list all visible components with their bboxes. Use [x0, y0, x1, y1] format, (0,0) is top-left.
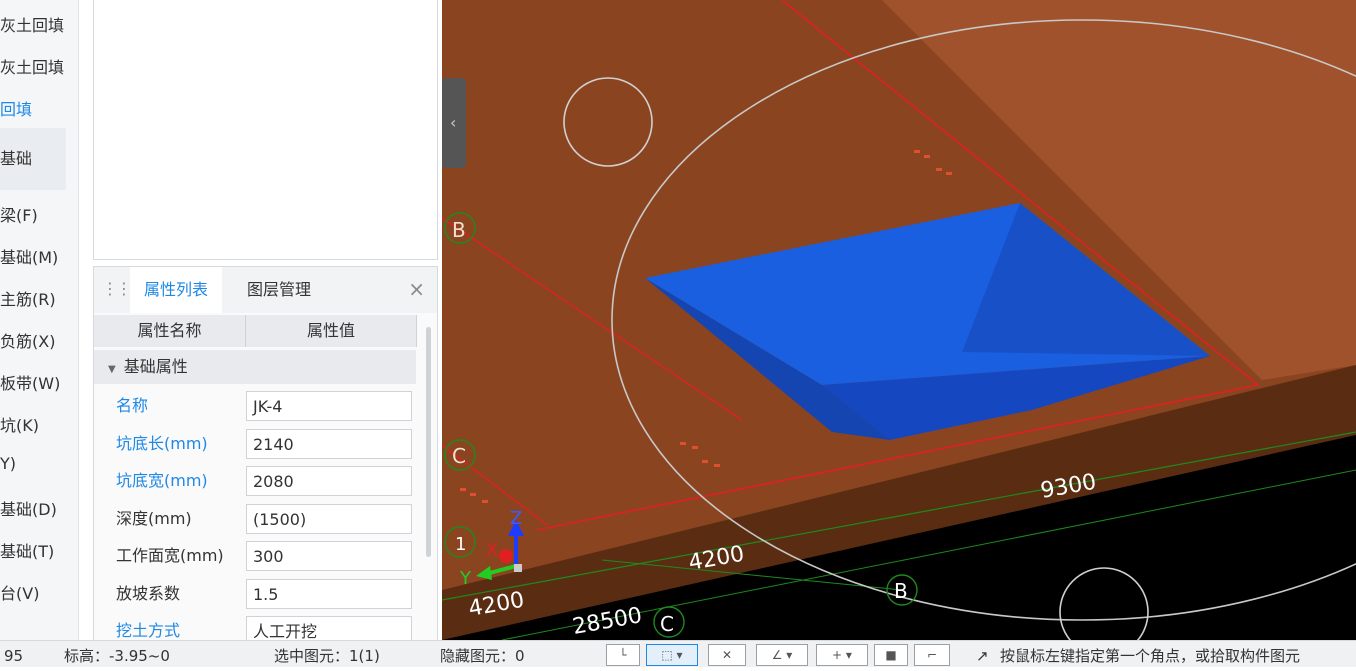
property-value-field[interactable]: 1.5	[246, 578, 412, 609]
tab-property-list[interactable]: 属性列表	[130, 267, 223, 313]
tree-item[interactable]: 回填	[0, 96, 32, 120]
svg-text:Z: Z	[510, 508, 522, 529]
property-name: 深度(mm)	[116, 508, 192, 528]
status-bar: 95 标高：-3.95~0 选中图元：1(1) 隐藏图元：0 └ ⬚ ▾ ✕ ∠…	[0, 640, 1356, 667]
snap-button[interactable]: ∠ ▾	[756, 644, 808, 666]
status-hidden: 隐藏图元：0	[440, 647, 525, 665]
tree-item[interactable]: 基础(T)	[0, 538, 54, 562]
cross-select-button[interactable]: ✕	[708, 644, 746, 666]
close-icon[interactable]: ×	[408, 277, 425, 301]
select-mode-button[interactable]: ⬚ ▾	[646, 644, 698, 666]
property-name: 名称	[116, 396, 149, 415]
property-value-field[interactable]: (1500)	[246, 503, 412, 534]
component-tree: 灰土回填 灰土回填 回填 基础 梁(F) 基础(M) 主筋(R) 负筋(X) 板带(W) 坑(K)…	[0, 0, 79, 640]
axis-label-one: 1	[455, 534, 466, 555]
orbit-ring-bottom	[1059, 567, 1149, 640]
layer-button[interactable]: ■	[874, 644, 908, 666]
property-name: 坑底宽(mm)	[116, 471, 208, 490]
panel-scrollbar[interactable]	[426, 327, 431, 557]
axis-label-b-bottom: B	[894, 579, 908, 603]
tree-item[interactable]: 主筋(R)	[0, 286, 56, 310]
column-header-name: 属性名称	[94, 315, 246, 347]
tree-item-label: 主筋(R)	[0, 290, 56, 309]
status-coordinate: 95	[4, 647, 24, 665]
tree-item-label: 灰土回填	[0, 58, 65, 77]
group-basic-properties[interactable]: ▼ 基础属性	[94, 350, 416, 384]
property-value-field[interactable]: 2140	[246, 428, 412, 459]
tree-item[interactable]: 梁(F)	[0, 202, 38, 226]
tree-item[interactable]: 坑(K)	[0, 412, 39, 436]
3d-viewport[interactable]: ‹ B C 1 B C 9300 4200 4200 28500 Z X Y	[442, 0, 1356, 640]
status-elevation: 标高：-3.95~0	[64, 647, 170, 665]
tree-item[interactable]: 基础(M)	[0, 244, 58, 268]
panel-tabbar: ⋮⋮ 属性列表 图层管理 ×	[94, 267, 437, 313]
tree-item-label: 负筋(X)	[0, 332, 56, 351]
property-panel: ⋮⋮ 属性列表 图层管理 × 属性名称 属性值 ▼ 基础属性 名称 JK-4 坑底长(…	[93, 266, 438, 646]
drag-grip-icon[interactable]: ⋮⋮	[102, 279, 132, 298]
svg-text:Y: Y	[459, 568, 472, 589]
chevron-left-icon: ‹	[450, 113, 456, 132]
axis-label-c-bottom: C	[660, 612, 674, 636]
tree-item[interactable]: 台(V)	[0, 580, 39, 604]
tree-item[interactable]: 基础(D)	[0, 496, 57, 520]
property-name: 坑底长(mm)	[116, 433, 208, 453]
pencil-button[interactable]: ⌐	[914, 644, 950, 666]
column-header-value: 属性值	[246, 315, 417, 347]
tree-item[interactable]: 灰土回填	[0, 12, 64, 36]
tab-layer-manager[interactable]: 图层管理	[233, 267, 325, 313]
property-value-field[interactable]: 300	[246, 541, 412, 571]
collapse-caret-icon[interactable]: ▼	[108, 353, 116, 387]
tree-item-label: 板带(W)	[0, 374, 61, 393]
tree-item-label: 基础(D)	[0, 500, 57, 519]
tree-item-label: 台(V)	[0, 584, 40, 603]
tree-item-label: 灰土回填	[0, 16, 65, 35]
property-name: 工作面宽(mm)	[116, 546, 224, 565]
tree-item-label: 基础(M)	[0, 248, 59, 267]
axis-label-b-left: B	[452, 218, 466, 242]
tree-item[interactable]: 灰土回填	[0, 54, 64, 78]
svg-text:X: X	[486, 540, 498, 561]
tree-item[interactable]: 板带(W)	[0, 370, 60, 394]
property-value-field[interactable]: JK-4	[246, 391, 412, 421]
scene-svg[interactable]: ‹ B C 1 B C 9300 4200 4200 28500 Z X Y	[442, 0, 1356, 640]
tree-item-label: 基础(T)	[0, 542, 55, 561]
status-selected: 选中图元：1(1)	[274, 647, 380, 665]
tree-item-label: 梁(F)	[0, 206, 38, 225]
tree-item-label: 回填	[0, 100, 33, 119]
tree-item[interactable]: 负筋(X)	[0, 328, 55, 352]
status-hint: 按鼠标左键指定第一个角点，或拾取构件图元	[1000, 647, 1301, 665]
offset-button[interactable]: + ▾	[816, 644, 868, 666]
axis-label-c-left: C	[452, 444, 466, 468]
tree-item-label: 基础	[0, 149, 33, 168]
cursor-arrow-icon: ↗	[976, 647, 989, 665]
tree-item-label: Y)	[0, 454, 17, 473]
tree-item[interactable]: 基础	[0, 128, 66, 190]
group-label: 基础属性	[123, 357, 188, 376]
drawing-list-area	[93, 0, 438, 260]
property-name: 放坡系数	[116, 583, 181, 603]
tree-item-label: 坑(K)	[0, 416, 39, 435]
property-value-field[interactable]: 2080	[246, 466, 412, 496]
tree-item[interactable]: Y)	[0, 454, 16, 473]
ortho-button[interactable]: └	[606, 644, 640, 666]
